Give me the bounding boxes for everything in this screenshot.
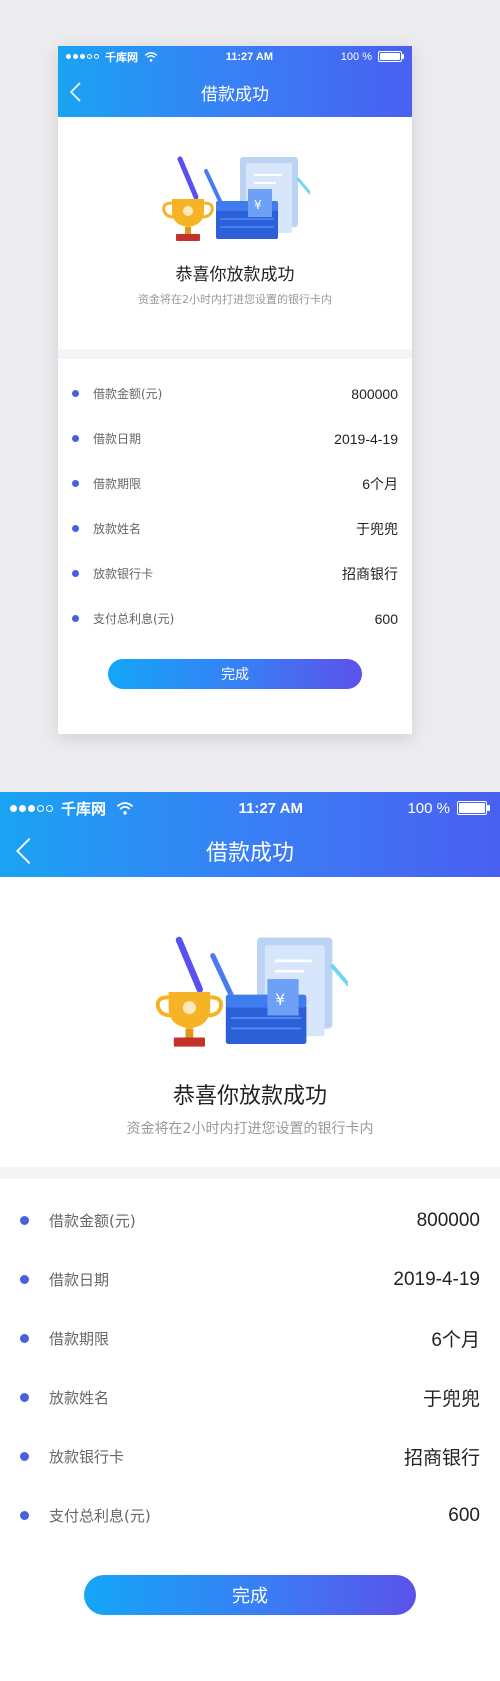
detail-label: 放款姓名 xyxy=(49,1389,110,1407)
detail-value: 800000 xyxy=(351,385,398,402)
detail-row-term: 借款期限 6个月 xyxy=(72,461,398,506)
bullet-icon xyxy=(20,1275,29,1284)
detail-label: 支付总利息(元) xyxy=(93,612,175,626)
success-subtitle: 资金将在2小时内打进您设置的银行卡内 xyxy=(138,293,332,306)
svg-text:¥: ¥ xyxy=(254,198,262,212)
wifi-icon xyxy=(144,51,158,62)
success-title: 恭喜你放款成功 xyxy=(172,1084,327,1109)
bullet-icon xyxy=(20,1216,29,1225)
bullet-icon xyxy=(72,615,79,622)
bullet-icon xyxy=(72,435,79,442)
detail-row-date: 借款日期 2019-4-19 xyxy=(20,1250,480,1309)
bullet-icon xyxy=(72,525,79,532)
status-time: 11:27 AM xyxy=(225,50,274,63)
back-arrow-icon xyxy=(70,82,81,102)
status-bar: 千库网 11:27 AM 100 % xyxy=(0,792,500,824)
loan-details: 借款金额(元) 800000 借款日期 2019-4-19 借款期限 6个月 放… xyxy=(0,1179,500,1545)
bullet-icon xyxy=(72,390,79,397)
battery-text: 100 % xyxy=(340,50,372,63)
detail-label: 借款期限 xyxy=(93,477,142,491)
detail-value: 600 xyxy=(374,610,398,627)
trophy-icon xyxy=(155,992,223,1047)
bullet-icon xyxy=(72,480,79,487)
detail-label: 借款日期 xyxy=(49,1271,110,1289)
detail-value: 2019-4-19 xyxy=(393,1268,480,1290)
detail-label: 借款金额(元) xyxy=(49,1212,136,1230)
detail-row-term: 借款期限 6个月 xyxy=(20,1309,480,1368)
detail-value: 6个月 xyxy=(362,475,398,492)
bullet-icon xyxy=(20,1393,29,1402)
bullet-icon xyxy=(20,1511,29,1520)
loan-details: 借款金额(元) 800000 借款日期 2019-4-19 借款期限 6个月 放… xyxy=(58,359,412,641)
success-hero: ¥ 恭喜你放款成功 资金将在2小时内打进您设置的银行卡内 xyxy=(0,877,500,1167)
detail-row-bank: 放款银行卡 招商银行 xyxy=(20,1427,480,1486)
detail-value: 2019-4-19 xyxy=(334,430,398,447)
nav-bar: 借款成功 xyxy=(0,824,500,877)
svg-text:¥: ¥ xyxy=(275,991,285,1009)
detail-value: 于兜兜 xyxy=(422,1389,480,1410)
detail-value: 于兜兜 xyxy=(356,520,398,537)
back-button[interactable] xyxy=(16,824,31,877)
bullet-icon xyxy=(20,1452,29,1461)
detail-row-amount: 借款金额(元) 800000 xyxy=(20,1191,480,1250)
page-title: 借款成功 xyxy=(205,840,294,866)
section-divider xyxy=(58,349,412,359)
success-hero: ¥ 恭喜你放款成功 资金将在2小时内打进您设置的银行卡内 xyxy=(58,117,412,349)
status-time: 11:27 AM xyxy=(238,799,303,817)
detail-label: 支付总利息(元) xyxy=(49,1507,151,1525)
done-button[interactable]: 完成 xyxy=(108,659,362,689)
success-illustration: ¥ xyxy=(162,156,310,241)
success-subtitle: 资金将在2小时内打进您设置的银行卡内 xyxy=(126,1121,374,1137)
detail-label: 放款姓名 xyxy=(93,522,142,536)
success-illustration: ¥ xyxy=(155,936,348,1047)
signal-dots-icon xyxy=(10,804,53,812)
detail-label: 借款期限 xyxy=(49,1330,110,1348)
bullet-icon xyxy=(20,1334,29,1343)
detail-row-date: 借款日期 2019-4-19 xyxy=(72,416,398,461)
full-screen: 千库网 11:27 AM 100 % 借款成功 ¥ 恭喜你放款成功 资金将在2小… xyxy=(0,792,500,1681)
bullet-icon xyxy=(72,570,79,577)
detail-value: 招商银行 xyxy=(403,1448,480,1469)
carrier-name: 千库网 xyxy=(105,51,138,64)
detail-value: 6个月 xyxy=(431,1330,480,1351)
battery-icon: 100 % xyxy=(341,51,404,63)
wifi-icon xyxy=(116,801,134,815)
page-title: 借款成功 xyxy=(201,84,269,105)
preview-card: 千库网 11:27 AM 100 % 借款成功 ¥ 恭喜你放款成功 资金将在2小… xyxy=(58,46,412,734)
detail-row-bank: 放款银行卡 招商银行 xyxy=(72,551,398,596)
detail-value: 800000 xyxy=(416,1209,480,1231)
detail-row-interest: 支付总利息(元) 600 xyxy=(20,1486,480,1545)
detail-label: 借款日期 xyxy=(93,432,142,446)
trophy-icon xyxy=(162,199,214,241)
detail-label: 放款银行卡 xyxy=(49,1448,125,1466)
status-bar: 千库网 11:27 AM 100 % xyxy=(58,46,412,67)
detail-row-name: 放款姓名 于兜兜 xyxy=(72,506,398,551)
detail-row-interest: 支付总利息(元) 600 xyxy=(72,596,398,641)
detail-value: 招商银行 xyxy=(342,565,398,582)
nav-bar: 借款成功 xyxy=(58,67,412,117)
app-header: 千库网 11:27 AM 100 % 借款成功 xyxy=(0,792,500,877)
back-arrow-icon xyxy=(16,837,31,864)
detail-row-amount: 借款金额(元) 800000 xyxy=(72,371,398,416)
carrier-name: 千库网 xyxy=(61,800,107,818)
detail-label: 借款金额(元) xyxy=(93,387,163,401)
back-button[interactable] xyxy=(70,67,81,117)
battery-text: 100 % xyxy=(407,799,450,817)
battery-icon: 100 % xyxy=(407,800,490,817)
section-divider xyxy=(0,1167,500,1179)
app-header: 千库网 11:27 AM 100 % 借款成功 xyxy=(58,46,412,117)
done-button[interactable]: 完成 xyxy=(84,1575,416,1615)
signal-dots-icon xyxy=(66,54,99,59)
success-title: 恭喜你放款成功 xyxy=(175,265,295,285)
detail-value: 600 xyxy=(448,1504,480,1526)
detail-row-name: 放款姓名 于兜兜 xyxy=(20,1368,480,1427)
detail-label: 放款银行卡 xyxy=(93,567,154,581)
